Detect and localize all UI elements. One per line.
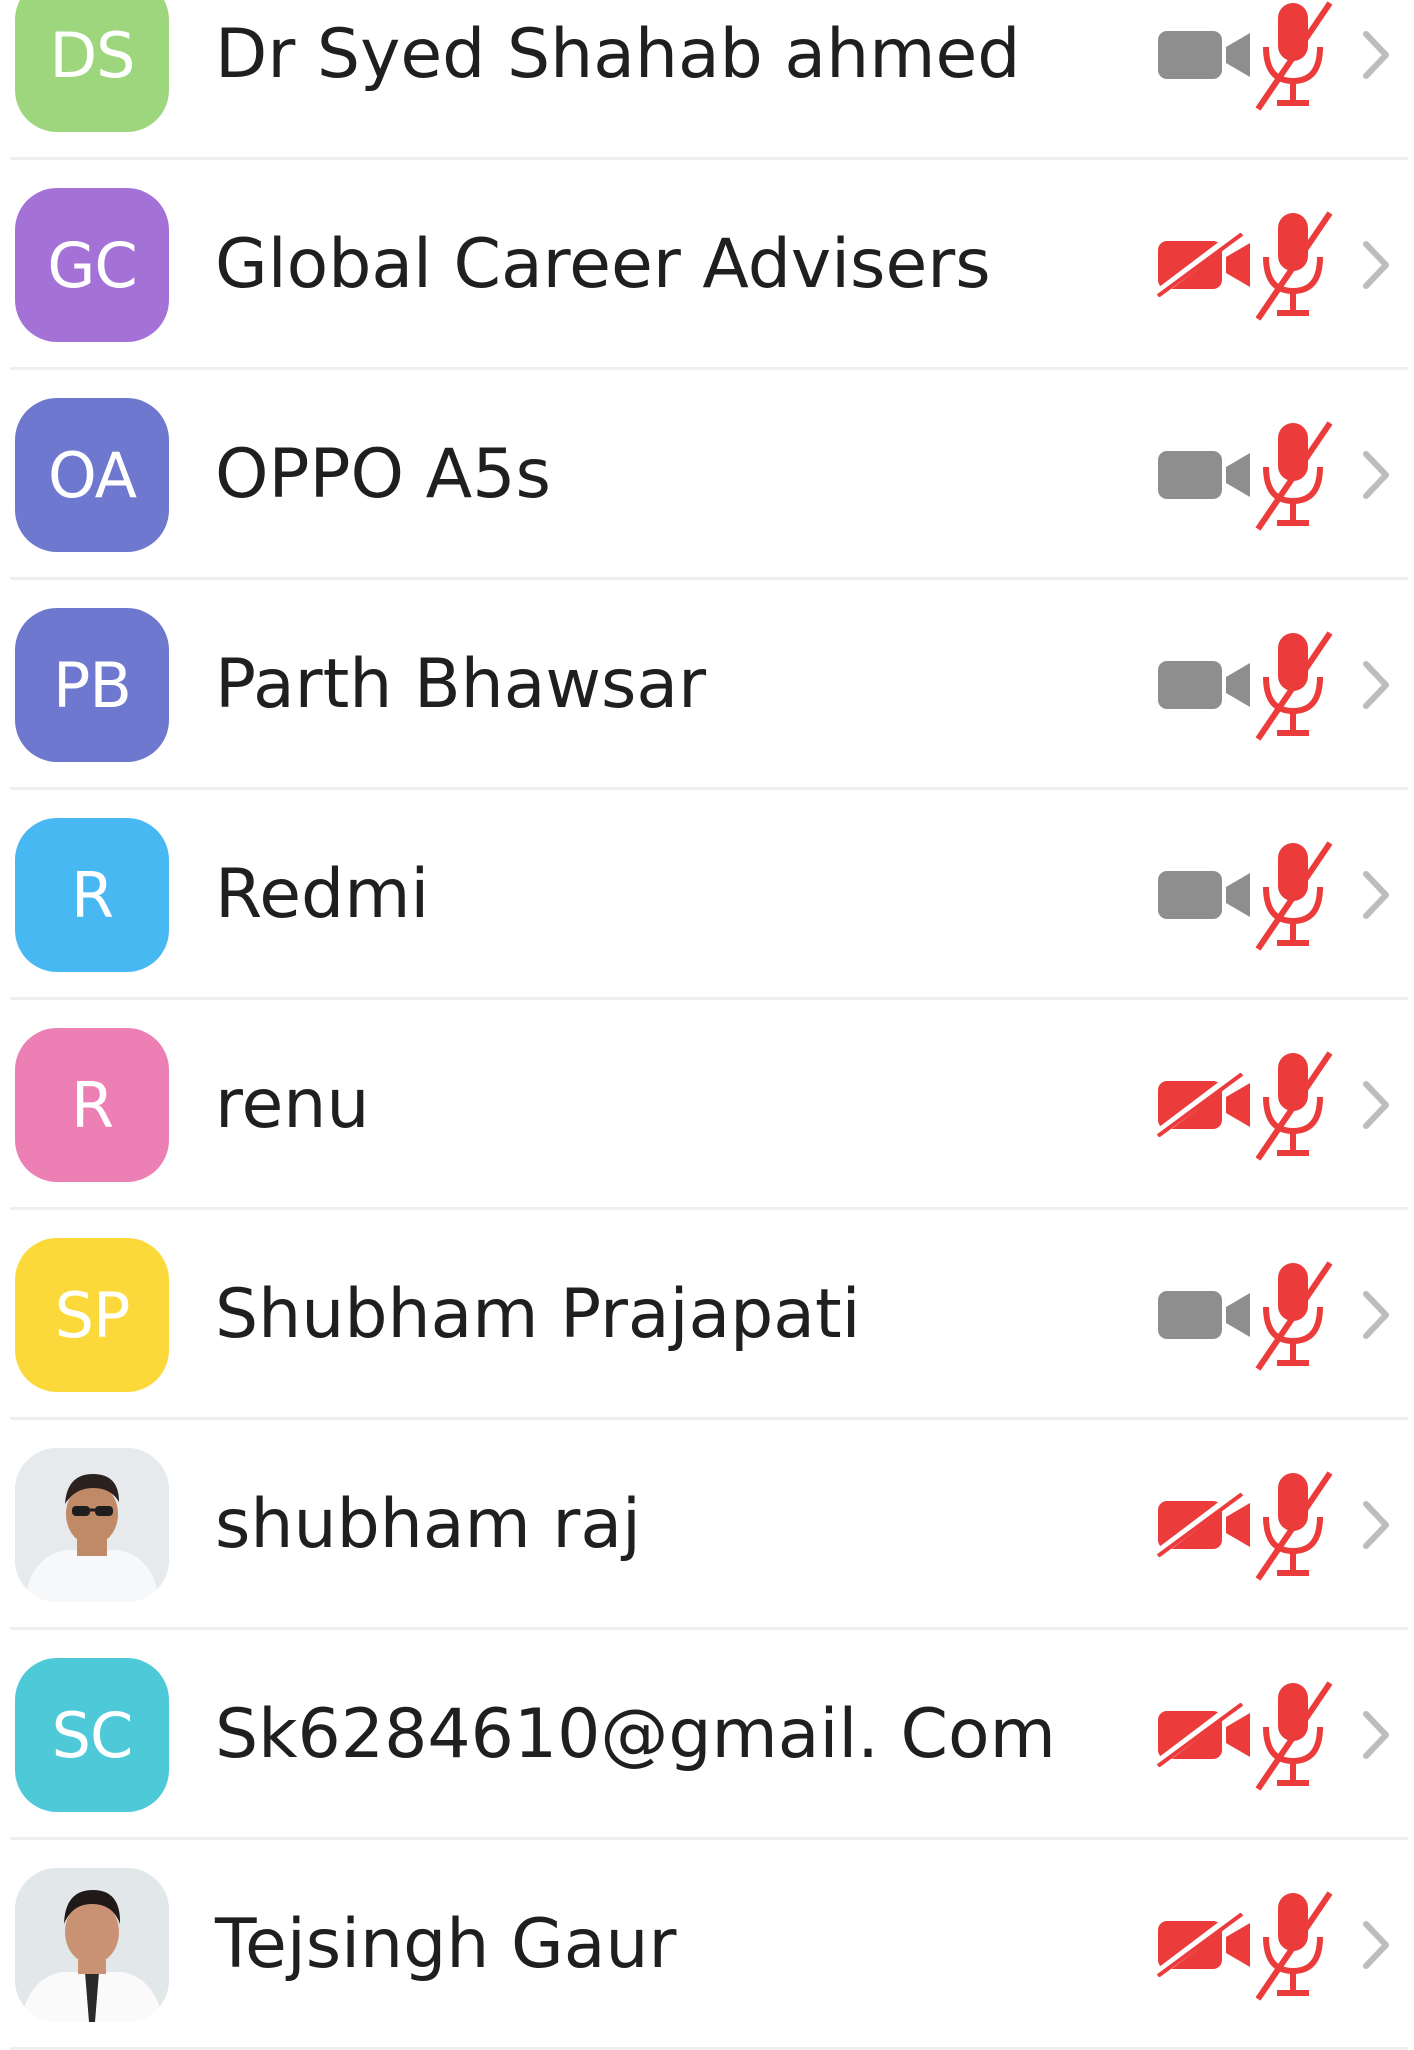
microphone-muted-icon	[1255, 631, 1333, 741]
avatar: SC	[15, 1658, 169, 1812]
profile-photo-icon	[15, 1868, 169, 2022]
avatar: OA	[15, 398, 169, 552]
video-camera-icon	[1158, 1291, 1250, 1339]
avatar-photo	[15, 1448, 169, 1602]
participant-status-icons	[1140, 1630, 1400, 1840]
participant-name: OPPO A5s	[215, 435, 551, 514]
video-camera-icon	[1158, 31, 1250, 79]
participant-status-icons	[1140, 160, 1400, 370]
participant-list: DS Dr Syed Shahab ahmed GC Global Career…	[0, 0, 1414, 2050]
participant-name: renu	[215, 1065, 370, 1144]
video-camera-off-icon	[1156, 233, 1250, 297]
chevron-right-icon[interactable]	[1358, 28, 1392, 82]
participant-row[interactable]: PB Parth Bhawsar	[0, 580, 1414, 790]
microphone-muted-icon	[1255, 1471, 1333, 1581]
participant-status-icons	[1140, 1210, 1400, 1420]
participant-row[interactable]: shubham raj	[0, 1420, 1414, 1630]
participant-status-icons	[1140, 580, 1400, 790]
avatar: GC	[15, 188, 169, 342]
video-camera-off-icon	[1156, 1703, 1250, 1767]
participant-status-icons	[1140, 1840, 1400, 2050]
avatar: R	[15, 818, 169, 972]
video-camera-icon	[1158, 871, 1250, 919]
chevron-right-icon[interactable]	[1358, 1498, 1392, 1552]
microphone-muted-icon	[1255, 841, 1333, 951]
participant-row[interactable]: R Redmi	[0, 790, 1414, 1000]
participant-name: Redmi	[215, 855, 430, 934]
microphone-muted-icon	[1255, 1051, 1333, 1161]
avatar: SP	[15, 1238, 169, 1392]
participant-row[interactable]: DS Dr Syed Shahab ahmed	[0, 0, 1414, 160]
chevron-right-icon[interactable]	[1358, 1078, 1392, 1132]
video-camera-off-icon	[1156, 1913, 1250, 1977]
participant-row[interactable]: SC Sk6284610@gmail. Com	[0, 1630, 1414, 1840]
participant-row[interactable]: GC Global Career Advisers	[0, 160, 1414, 370]
video-camera-off-icon	[1156, 1073, 1250, 1137]
microphone-muted-icon	[1255, 1261, 1333, 1371]
participant-name: Dr Syed Shahab ahmed	[215, 15, 1021, 94]
avatar: DS	[15, 0, 169, 132]
participant-name: Tejsingh Gaur	[215, 1905, 677, 1984]
participant-status-icons	[1140, 370, 1400, 580]
participant-row[interactable]: OA OPPO A5s	[0, 370, 1414, 580]
participant-name: shubham raj	[215, 1485, 641, 1564]
participant-row[interactable]: SP Shubham Prajapati	[0, 1210, 1414, 1420]
participant-row[interactable]: R renu	[0, 1000, 1414, 1210]
participant-status-icons	[1140, 1000, 1400, 1210]
participant-status-icons	[1140, 790, 1400, 1000]
microphone-muted-icon	[1255, 1681, 1333, 1791]
chevron-right-icon[interactable]	[1358, 1288, 1392, 1342]
profile-photo-icon	[15, 1448, 169, 1602]
participant-status-icons	[1140, 1420, 1400, 1630]
chevron-right-icon[interactable]	[1358, 238, 1392, 292]
video-camera-icon	[1158, 451, 1250, 499]
microphone-muted-icon	[1255, 421, 1333, 531]
chevron-right-icon[interactable]	[1358, 1708, 1392, 1762]
avatar-photo	[15, 1868, 169, 2022]
participant-name: Global Career Advisers	[215, 225, 991, 304]
participant-status-icons	[1140, 0, 1400, 160]
chevron-right-icon[interactable]	[1358, 868, 1392, 922]
chevron-right-icon[interactable]	[1358, 658, 1392, 712]
participant-name: Shubham Prajapati	[215, 1275, 861, 1354]
chevron-right-icon[interactable]	[1358, 1918, 1392, 1972]
video-camera-off-icon	[1156, 1493, 1250, 1557]
avatar: PB	[15, 608, 169, 762]
avatar: R	[15, 1028, 169, 1182]
microphone-muted-icon	[1255, 211, 1333, 321]
participant-row[interactable]: Tejsingh Gaur	[0, 1840, 1414, 2050]
microphone-muted-icon	[1255, 1, 1333, 111]
video-camera-icon	[1158, 661, 1250, 709]
microphone-muted-icon	[1255, 1891, 1333, 2001]
chevron-right-icon[interactable]	[1358, 448, 1392, 502]
participant-name: Parth Bhawsar	[215, 645, 707, 724]
participant-name: Sk6284610@gmail. Com	[215, 1695, 1056, 1774]
